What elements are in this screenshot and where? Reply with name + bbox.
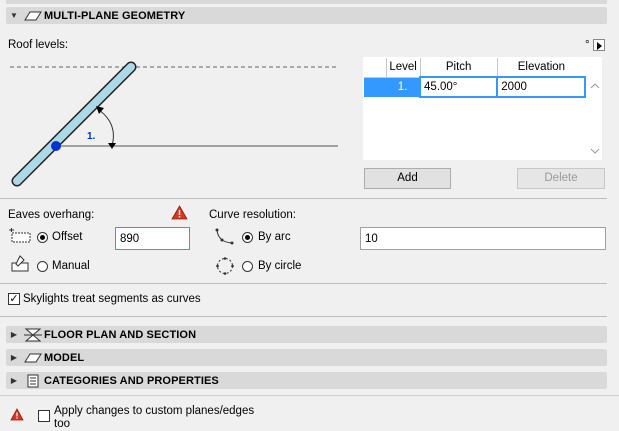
column-header-pitch[interactable]: Pitch <box>420 58 498 78</box>
collapsed-triangle-icon: ▶ <box>10 353 18 362</box>
cell-pitch[interactable]: 45.00° <box>419 76 499 98</box>
by-circle-radio[interactable] <box>242 261 253 272</box>
table-row[interactable]: 1. 45.00° 2000 <box>364 76 586 98</box>
top-cutoff-strip <box>6 0 607 4</box>
divider-2 <box>0 283 607 284</box>
offset-radio[interactable] <box>37 232 48 243</box>
play-arrow-icon <box>597 42 602 50</box>
add-level-button[interactable]: Add <box>364 168 451 189</box>
section-floor-plan-and-section[interactable]: ▶ FLOOR PLAN AND SECTION <box>6 326 607 343</box>
section-model[interactable]: ▶ MODEL <box>6 349 607 366</box>
by-circle-label[interactable]: By circle <box>258 260 301 272</box>
diagram-level-label: 1. <box>87 131 96 142</box>
section-title: MULTI-PLANE GEOMETRY <box>44 9 186 22</box>
by-arc-radio[interactable] <box>242 232 253 243</box>
by-arc-label[interactable]: By arc <box>258 231 291 243</box>
apply-changes-label-line2[interactable]: too <box>54 418 70 430</box>
collapsed-triangle-icon: ▶ <box>10 330 18 339</box>
roof-plane-fill <box>13 63 135 185</box>
roof-plane-icon <box>22 9 44 23</box>
document-list-icon <box>22 374 44 388</box>
degree-marker: ° <box>585 39 590 51</box>
scroll-down-icon <box>590 148 600 154</box>
manual-overhang-icon <box>11 255 29 272</box>
manual-radio[interactable] <box>37 261 48 272</box>
skylights-checkbox[interactable]: ✓ <box>8 293 20 305</box>
offset-input[interactable]: 890 <box>115 227 190 250</box>
collapsed-triangle-icon: ▶ <box>10 376 18 385</box>
section-multi-plane-geometry[interactable]: ▼ MULTI-PLANE GEOMETRY <box>6 7 607 24</box>
row-selector[interactable] <box>364 77 387 97</box>
expanded-triangle-icon: ▼ <box>10 11 18 20</box>
skylights-label[interactable]: Skylights treat segments as curves <box>23 293 201 305</box>
table-scrollbar[interactable] <box>588 76 602 160</box>
cell-elevation[interactable]: 2000 <box>496 76 586 98</box>
roof-level-diagram <box>10 61 338 187</box>
pitch-angle-arc <box>98 109 114 147</box>
offset-label[interactable]: Offset <box>52 231 82 243</box>
floor-plan-section-icon <box>22 328 44 342</box>
section-title: CATEGORIES AND PROPERTIES <box>44 374 219 387</box>
warning-icon <box>171 205 188 220</box>
warning-icon <box>10 408 24 421</box>
eaves-overhang-label: Eaves overhang: <box>8 209 95 221</box>
levels-table: Level Pitch Elevation 1. 45.00° 2000 <box>364 58 586 98</box>
scroll-up-icon <box>590 83 600 89</box>
offset-overhang-icon <box>9 228 31 243</box>
apply-changes-checkbox[interactable] <box>38 410 50 422</box>
by-circle-icon <box>216 257 234 275</box>
manual-label[interactable]: Manual <box>52 260 90 272</box>
divider-1 <box>0 198 607 199</box>
bottom-separator <box>0 395 619 396</box>
divider-3 <box>0 316 607 317</box>
section-title: FLOOR PLAN AND SECTION <box>44 328 197 341</box>
level-point <box>51 141 61 151</box>
section-title: MODEL <box>44 351 85 364</box>
model-icon <box>22 351 44 365</box>
cell-level[interactable]: 1. <box>386 77 421 97</box>
arc-resolution-input[interactable]: 10 <box>360 227 606 250</box>
section-categories-and-properties[interactable]: ▶ CATEGORIES AND PROPERTIES <box>6 372 607 389</box>
delete-level-button[interactable]: Delete <box>517 168 605 189</box>
column-header-level[interactable]: Level <box>386 58 421 78</box>
by-arc-icon <box>215 228 234 245</box>
roof-levels-label: Roof levels: <box>8 39 69 51</box>
popup-arrow-button[interactable] <box>593 39 605 51</box>
curve-resolution-label: Curve resolution: <box>209 209 296 221</box>
row-handle-header <box>364 58 387 78</box>
apply-changes-label[interactable]: Apply changes to custom planes/edges <box>54 405 254 417</box>
column-header-elevation[interactable]: Elevation <box>497 58 585 78</box>
